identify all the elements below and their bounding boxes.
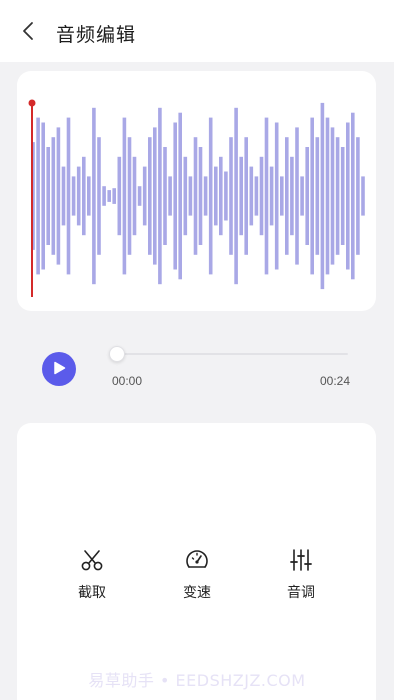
total-time: 00:24 [319, 374, 350, 388]
progress-track[interactable] [114, 353, 348, 355]
waveform-bar [148, 137, 152, 255]
waveform-bar [51, 137, 56, 255]
waveform-bar [61, 166, 66, 226]
waveform-bar [158, 107, 162, 285]
waveform-bar [71, 176, 76, 216]
waveform-bar [219, 156, 223, 236]
waveform-bar [280, 176, 284, 216]
waveform-bar [193, 137, 198, 255]
waveform-bar [56, 127, 61, 265]
waveform-bar [356, 137, 360, 255]
waveform-bar [132, 156, 137, 236]
back-button[interactable] [14, 18, 42, 48]
waveform-bar [183, 156, 188, 236]
waveform-bar [198, 147, 203, 245]
waveform[interactable] [17, 71, 376, 311]
page-title: 音频编辑 [56, 24, 137, 46]
progress-thumb[interactable] [109, 346, 125, 362]
waveform-bar [87, 176, 91, 216]
waveform-bar [274, 122, 279, 270]
player-controls: 00:00 00:24 [0, 330, 394, 400]
waveform-bar [264, 117, 269, 275]
waveform-bar [41, 122, 45, 270]
waveform-bar [244, 137, 248, 255]
waveform-bar [117, 156, 122, 236]
waveform-bar [340, 147, 345, 245]
waveform-bar [305, 147, 309, 245]
pitch-label: 音调 [287, 585, 315, 601]
speed-button[interactable]: 变速 [157, 547, 237, 607]
waveform-bar [82, 156, 86, 236]
waveform-bar [300, 176, 304, 216]
waveform-bar [46, 147, 50, 245]
waveform-bar [259, 156, 264, 236]
waveform-bar [137, 186, 142, 206]
trim-label: 截取 [78, 585, 106, 601]
waveform-bar [92, 107, 96, 285]
waveform-bar [76, 166, 81, 226]
waveform-bar [295, 127, 299, 265]
waveform-bar [163, 147, 167, 245]
waveform-bar [325, 117, 330, 275]
app-header: 音频编辑 [0, 0, 394, 62]
waveform-bar [249, 166, 254, 226]
waveform-bar [142, 166, 147, 226]
waveform-bar [285, 137, 289, 255]
chevron-left-icon [21, 21, 35, 45]
waveform-bar [239, 156, 243, 236]
waveform-bar [203, 176, 208, 216]
waveform-bar [36, 117, 40, 275]
waveform-bar [229, 137, 233, 255]
waveform-bar [97, 137, 101, 255]
play-icon [52, 360, 66, 379]
waveform-bar [178, 112, 182, 280]
pitch-button[interactable]: 音调 [261, 547, 341, 607]
waveform-bar [361, 176, 365, 216]
waveform-bar [224, 171, 228, 221]
waveform-bar [122, 117, 127, 275]
waveform-bar [351, 112, 355, 280]
waveform-bar [346, 122, 350, 270]
play-button[interactable] [42, 352, 76, 386]
waveform-bar [269, 166, 274, 226]
waveform-bar [315, 137, 320, 255]
sliders-icon [288, 547, 314, 573]
trim-button[interactable]: 截取 [52, 547, 132, 607]
waveform-bar [173, 122, 177, 270]
tools-card: 截取 变速 音调 [17, 423, 376, 700]
waveform-bar [112, 188, 116, 204]
waveform-bar [214, 166, 218, 226]
waveform-bar [107, 190, 111, 202]
waveform-bar [234, 107, 238, 285]
waveform-bar [66, 117, 71, 275]
waveform-bar [335, 137, 340, 255]
waveform-bar [102, 186, 106, 206]
waveform-bar [153, 127, 157, 265]
waveform-bar [290, 156, 294, 236]
waveform-card[interactable] [17, 71, 376, 311]
waveform-bar [310, 117, 314, 275]
waveform-bar [188, 176, 193, 216]
current-time: 00:00 [112, 374, 143, 388]
playhead-handle[interactable] [28, 99, 36, 107]
watermark: 易草助手 • EEDSHZJZ.COM [88, 671, 306, 690]
speedometer-icon [184, 547, 210, 573]
scissors-icon [79, 547, 105, 573]
waveform-bar [127, 137, 132, 255]
waveform-bar [330, 127, 335, 265]
waveform-bar [254, 176, 259, 216]
waveform-bar [168, 176, 172, 216]
waveform-bar [208, 117, 213, 275]
waveform-bar [320, 102, 325, 290]
speed-label: 变速 [183, 585, 211, 601]
